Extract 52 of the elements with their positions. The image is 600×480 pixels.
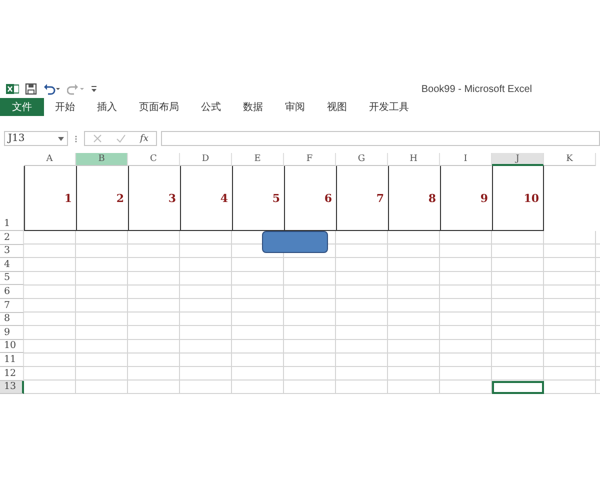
column-header[interactable]: H [388,153,440,166]
column-header[interactable]: G [336,153,388,166]
table-cell: 3 [128,166,180,231]
column-header[interactable]: C [128,153,180,166]
save-icon[interactable] [25,83,37,95]
file-tab[interactable]: 文件 [0,98,44,116]
check-icon[interactable] [116,134,126,143]
row-header[interactable]: 12 [0,366,24,381]
row-header[interactable]: 9 [0,326,24,340]
dropdown-caret-icon[interactable] [58,136,64,140]
ribbon-tab[interactable]: 开始 [44,98,86,116]
column-header[interactable]: J [492,153,544,166]
table-cell: 2 [76,166,128,231]
column-header[interactable]: B [76,153,128,166]
row-header[interactable]: 3 [0,244,24,258]
row-header[interactable]: 7 [0,298,24,313]
ribbon-tab[interactable]: 审阅 [274,98,316,116]
row-header[interactable]: 6 [0,285,24,299]
selected-cell[interactable] [492,380,544,394]
ribbon-tab[interactable]: 插入 [86,98,128,116]
ribbon-tab[interactable]: 公式 [190,98,232,116]
table-cell: 10 [492,166,544,231]
window-title: Book99 - Microsoft Excel [421,84,532,94]
insert-function-button[interactable]: fx [140,134,148,144]
table-cell: 4 [180,166,232,231]
row-header[interactable]: 1 [0,166,24,231]
ribbon-tab[interactable]: 页面布局 [128,98,190,116]
ribbon-tab[interactable]: 开发工具 [358,98,420,116]
row-header[interactable]: 5 [0,272,24,286]
row-header[interactable]: 11 [0,353,24,367]
row-header[interactable]: 13 [0,380,24,394]
column-header[interactable]: A [24,153,76,166]
column-header[interactable]: D [180,153,232,166]
row-header[interactable]: 2 [0,231,24,245]
undo-icon[interactable] [43,83,61,95]
ribbon-tab[interactable]: 数据 [232,98,274,116]
column-header[interactable]: F [284,153,336,166]
table-cell: 8 [388,166,440,231]
table-cell: 1 [24,166,76,231]
row-header[interactable]: 10 [0,340,24,354]
column-header[interactable]: I [440,153,492,166]
customize-toolbar-icon[interactable] [91,85,97,93]
table-cell: 7 [336,166,388,231]
column-header[interactable]: K [544,153,596,166]
column-header[interactable]: E [232,153,284,166]
row-header[interactable]: 4 [0,258,24,272]
excel-logo-icon[interactable] [6,83,19,95]
row-header[interactable]: 8 [0,312,24,326]
name-box[interactable]: J13 [4,131,68,146]
table-cell: 9 [440,166,492,231]
ribbon-tab[interactable]: 视图 [316,98,358,116]
formula-input[interactable] [161,131,600,146]
